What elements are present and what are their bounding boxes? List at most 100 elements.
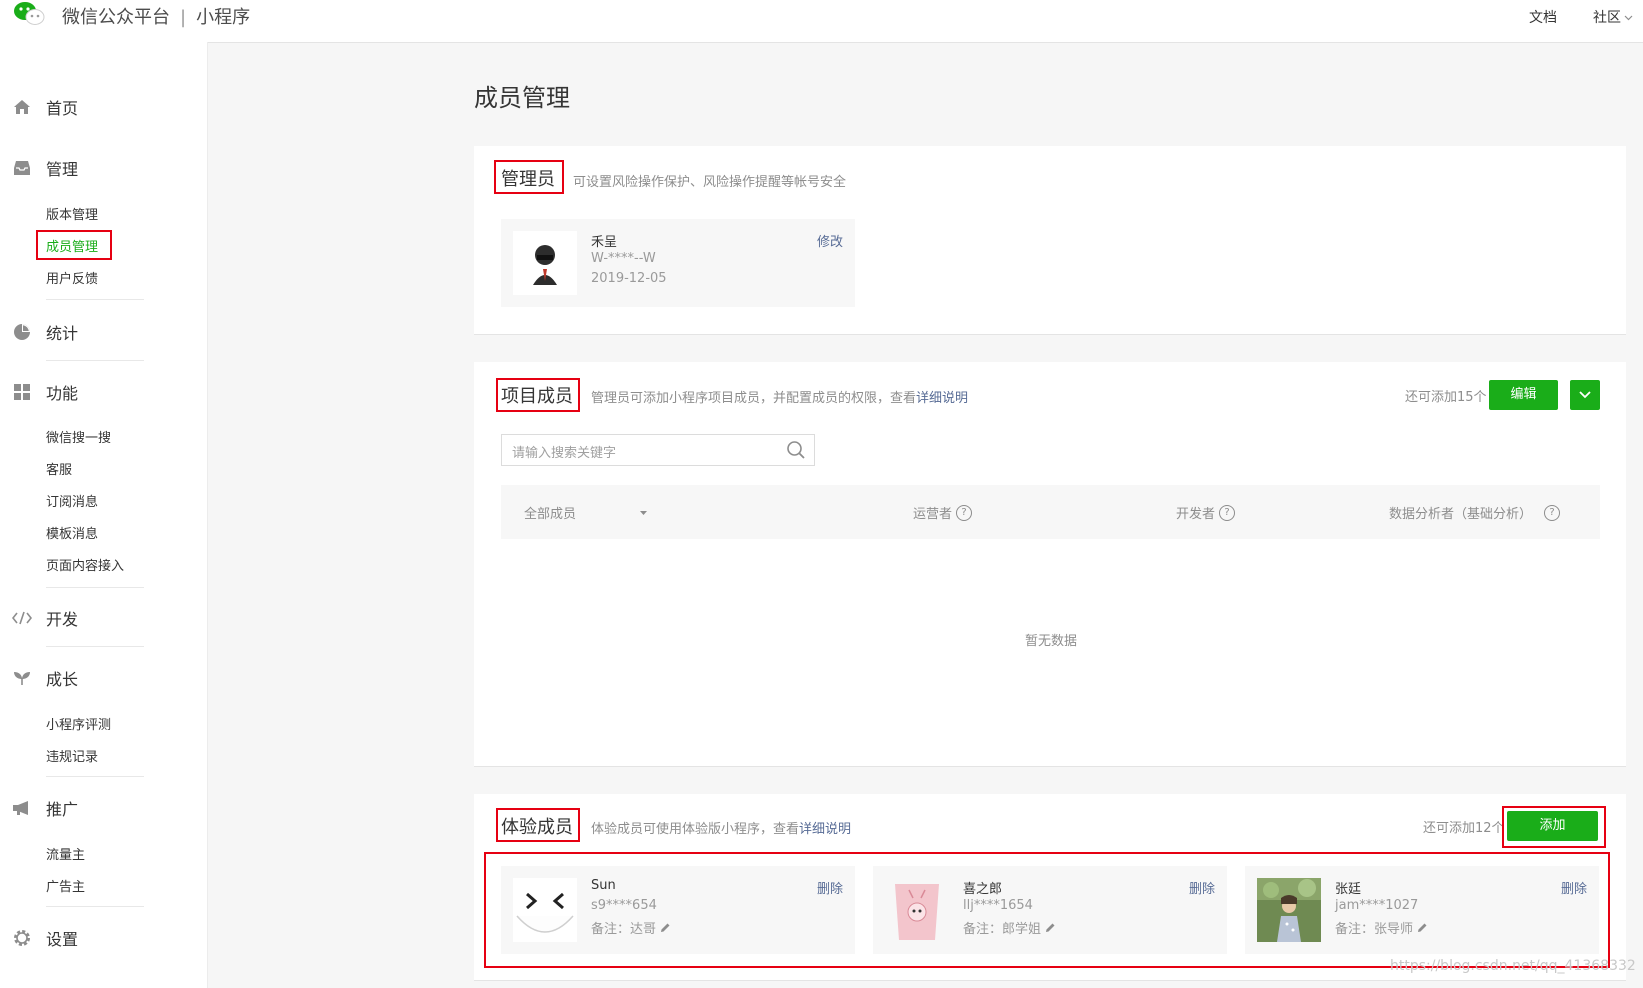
search-icon[interactable] — [786, 440, 806, 460]
nav-dev[interactable]: 开发 — [0, 604, 78, 632]
nav-dev-label: 开发 — [46, 610, 79, 629]
pencil-icon[interactable] — [660, 922, 671, 933]
divider — [46, 906, 144, 907]
product-name: 小程序 — [196, 7, 251, 28]
member-search[interactable]: 请输入搜索关键字 — [501, 434, 815, 466]
search-placeholder: 请输入搜索关键字 — [512, 446, 617, 461]
delete-link[interactable]: 删除 — [817, 878, 843, 897]
trial-member-card: Sun s9****654 备注：达哥 删除 — [501, 866, 855, 954]
trial-member-card: 喜之郎 llj****1654 备注：郎学姐 删除 — [873, 866, 1227, 954]
member-name: 张廷 — [1335, 882, 1362, 897]
member-name: 禾呈 — [591, 235, 618, 250]
nav-growth-label: 成长 — [46, 670, 79, 689]
megaphone-icon — [12, 798, 32, 818]
nav-features[interactable]: 功能 — [0, 378, 78, 406]
nav-subscribe-message[interactable]: 订阅消息 — [46, 491, 98, 510]
trial-quota: 还可添加12个 — [1423, 821, 1505, 836]
nav-page-content[interactable]: 页面内容接入 — [46, 555, 124, 574]
help-icon[interactable]: ? — [956, 504, 973, 521]
pie-chart-icon — [12, 322, 32, 342]
nav-promotion[interactable]: 推广 — [0, 794, 78, 822]
nav-traffic-owner[interactable]: 流量主 — [46, 844, 85, 863]
filter-all-members[interactable]: 全部成员 — [524, 503, 648, 522]
column-data-analyst: 数据分析者（基础分析）? — [1389, 503, 1561, 522]
nav-home[interactable]: 首页 — [0, 93, 78, 121]
nav-stats[interactable]: 统计 — [0, 318, 78, 346]
project-desc: 管理员可添加小程序项目成员，并配置成员的权限，查看详细说明 — [591, 387, 968, 406]
nav-template-message[interactable]: 模板消息 — [46, 523, 98, 542]
column-operator-label: 运营者 — [913, 507, 953, 522]
help-icon[interactable]: ? — [1544, 504, 1561, 521]
member-table-header: 全部成员 运营者? 开发者? 数据分析者（基础分析）? — [501, 485, 1600, 539]
admin-member-card: 禾呈 W-****--W 2019-12-05 修改 — [501, 219, 855, 307]
nav-version-manage[interactable]: 版本管理 — [46, 204, 98, 223]
nav-manage[interactable]: 管理 — [0, 154, 78, 182]
community-link[interactable]: 社区 — [1593, 7, 1633, 27]
chevron-down-icon — [1579, 391, 1591, 399]
wechat-logo-icon[interactable] — [12, 0, 46, 28]
delete-link[interactable]: 删除 — [1561, 878, 1587, 897]
more-dropdown-button[interactable] — [1570, 380, 1600, 410]
project-quota: 还可添加15个 — [1405, 390, 1487, 405]
inbox-icon — [12, 158, 32, 178]
project-detail-link[interactable]: 详细说明 — [916, 391, 968, 406]
caret-down-icon — [640, 510, 648, 515]
delete-link[interactable]: 删除 — [1189, 878, 1215, 897]
nav-manage-label: 管理 — [46, 160, 79, 179]
sidebar — [0, 42, 208, 988]
community-label: 社区 — [1593, 10, 1621, 26]
empty-state: 暂无数据 — [1025, 634, 1078, 649]
trial-desc: 体验成员可使用体验版小程序，查看详细说明 — [591, 818, 851, 837]
admin-desc: 可设置风险操作保护、风险操作提醒等帐号安全 — [573, 175, 847, 190]
nav-user-feedback[interactable]: 用户反馈 — [46, 268, 98, 287]
member-note-text: 备注：张导师 — [1335, 922, 1414, 937]
highlight-box-nav — [36, 230, 112, 260]
avatar — [1257, 878, 1321, 942]
edit-button[interactable]: 编辑 — [1489, 380, 1558, 410]
brand-title[interactable]: 微信公众平台 | 小程序 — [62, 3, 250, 29]
avatar — [885, 878, 949, 942]
highlight-box-admin — [494, 160, 564, 194]
divider — [46, 646, 144, 647]
brand-separator: | — [180, 7, 187, 28]
nav-advertiser[interactable]: 广告主 — [46, 876, 85, 895]
nav-violation-record[interactable]: 违规记录 — [46, 746, 98, 765]
nav-evaluation[interactable]: 小程序评测 — [46, 714, 111, 733]
nav-growth[interactable]: 成长 — [0, 664, 78, 692]
avatar — [513, 231, 577, 295]
member-note[interactable]: 备注：郎学姐 — [963, 918, 1056, 937]
member-note-text: 备注：达哥 — [591, 922, 657, 937]
nav-customer-service[interactable]: 客服 — [46, 459, 72, 478]
project-members-card — [474, 362, 1626, 767]
highlight-box-project — [496, 378, 580, 412]
member-id: W-****--W — [591, 251, 656, 266]
divider — [46, 360, 144, 361]
member-name: Sun — [591, 878, 616, 893]
pencil-icon[interactable] — [1417, 922, 1428, 933]
divider — [46, 776, 144, 777]
member-id: s9****654 — [591, 898, 657, 913]
divider — [46, 587, 144, 588]
column-developer: 开发者? — [1176, 503, 1236, 522]
watermark: https://blog.csdn.net/qq_41368332 — [1390, 958, 1636, 974]
nav-stats-label: 统计 — [46, 324, 79, 343]
code-icon — [12, 608, 32, 628]
modify-link[interactable]: 修改 — [817, 231, 843, 250]
member-date: 2019-12-05 — [591, 271, 667, 286]
nav-settings-label: 设置 — [46, 930, 79, 949]
highlight-box-trial — [496, 808, 580, 842]
nav-promotion-label: 推广 — [46, 800, 79, 819]
help-icon[interactable]: ? — [1219, 504, 1236, 521]
sprout-icon — [12, 668, 32, 688]
nav-settings[interactable]: 设置 — [0, 924, 78, 952]
member-note-text: 备注：郎学姐 — [963, 922, 1042, 937]
column-developer-label: 开发者 — [1176, 507, 1216, 522]
member-note[interactable]: 备注：张导师 — [1335, 918, 1428, 937]
nav-wechat-search[interactable]: 微信搜一搜 — [46, 427, 111, 446]
column-all-members: 全部成员 — [524, 507, 577, 522]
divider — [46, 299, 144, 300]
member-note[interactable]: 备注：达哥 — [591, 918, 671, 937]
docs-link[interactable]: 文档 — [1529, 7, 1557, 27]
trial-detail-link[interactable]: 详细说明 — [799, 822, 851, 837]
pencil-icon[interactable] — [1045, 922, 1056, 933]
